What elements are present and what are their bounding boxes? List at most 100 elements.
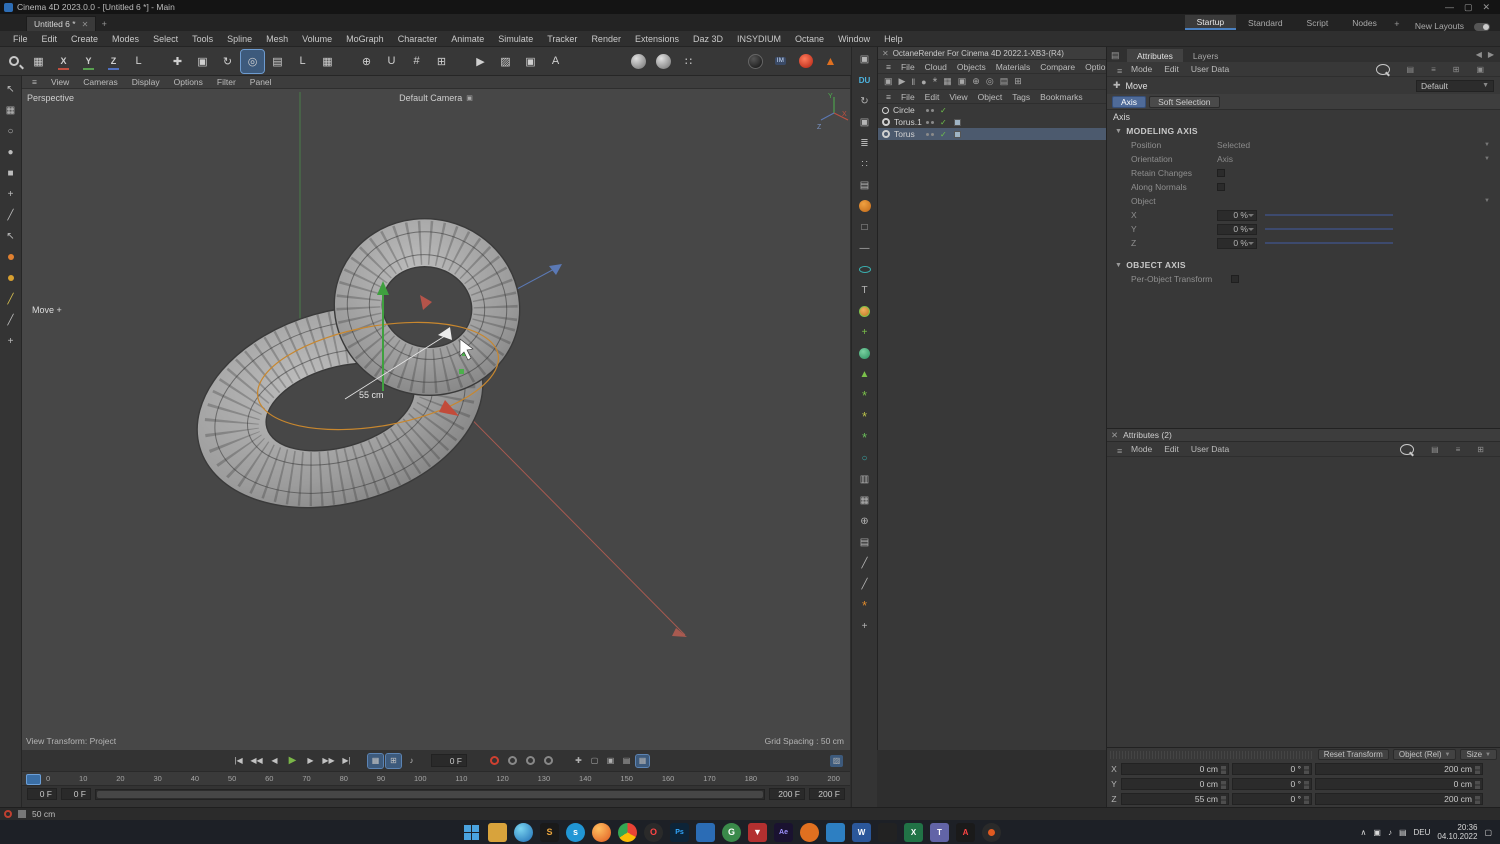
insydium-logo-icon[interactable]: DU (856, 72, 874, 88)
y-slider[interactable] (1265, 228, 1393, 230)
octane-mat-icon[interactable]: ▤ (1000, 76, 1009, 87)
aftereffects-icon[interactable]: Ae (774, 822, 793, 842)
size-field[interactable]: 200 cm (1315, 792, 1483, 805)
x-axis-lock-icon[interactable]: X (52, 50, 75, 73)
attributes-tab[interactable]: Attributes (1127, 49, 1183, 62)
rotation-field[interactable]: 0 ° (1232, 792, 1312, 805)
tray-volume-icon[interactable]: ♪ (1388, 828, 1392, 837)
octane-misc-icon[interactable]: ⊞ (1014, 76, 1022, 87)
photoshop-icon[interactable]: Ps (670, 822, 689, 842)
render-settings-icon[interactable]: ▣ (519, 50, 542, 73)
octane-light-icon[interactable]: ⊕ (972, 76, 980, 87)
render-view-icon[interactable]: ▶ (469, 50, 492, 73)
viewport-menu-item[interactable]: Panel (244, 77, 278, 87)
globe-icon[interactable]: ⊕ (856, 513, 874, 529)
octane-pause-icon[interactable]: ‖ (911, 77, 915, 87)
menu-item[interactable]: Animate (444, 34, 491, 44)
octane-env-icon[interactable]: ◎ (986, 76, 994, 87)
menu-item[interactable]: Simulate (491, 34, 540, 44)
tray-network-icon[interactable]: ▤ (1399, 828, 1407, 837)
paint-orange-icon[interactable] (3, 250, 19, 264)
grid-mode-icon[interactable]: ▦ (316, 50, 339, 73)
interactive-render-icon[interactable]: A (544, 50, 567, 73)
panel-grip[interactable] (1110, 750, 1314, 759)
size-field[interactable]: 0 cm (1315, 777, 1483, 790)
attr2-lock-icon[interactable]: ⊞ (1471, 445, 1490, 454)
layers-icon[interactable]: ▤ (856, 534, 874, 550)
octane-menu-item[interactable]: Objects (952, 62, 991, 72)
position-field[interactable]: 55 cm (1121, 792, 1229, 805)
scale-tool-icon[interactable]: ▣ (191, 50, 214, 73)
menu-item[interactable]: Render (584, 34, 628, 44)
menu-item[interactable]: Help (877, 34, 910, 44)
viewport-menu-item[interactable]: Options (168, 77, 209, 87)
dark-app-icon[interactable] (878, 822, 897, 842)
menu-item[interactable]: Extensions (628, 34, 686, 44)
ruler-icon[interactable]: L (291, 50, 314, 73)
playhead-handle[interactable] (26, 774, 41, 785)
mode-button[interactable]: Axis (1112, 95, 1147, 108)
add-layout-button[interactable]: + (1389, 16, 1405, 31)
om-menu-item[interactable]: Object (973, 92, 1008, 102)
blue-app-icon[interactable] (696, 822, 715, 842)
keyframe-active-icon[interactable]: ▦ (635, 753, 650, 768)
opera-icon[interactable]: O (644, 822, 663, 842)
material-sphere2-icon[interactable] (652, 50, 675, 73)
octane-cam-icon[interactable]: ▣ (958, 76, 967, 87)
chrome-icon[interactable] (618, 822, 637, 842)
om-menu-item[interactable]: File (896, 92, 920, 102)
perspective-label[interactable]: Perspective (27, 93, 74, 103)
z-slider[interactable] (1265, 242, 1393, 244)
octane-hamburger-icon[interactable]: ≡ (881, 62, 896, 72)
octane-ball2-icon[interactable]: ● (921, 77, 926, 87)
object-row-circle[interactable]: Circle ✓ (878, 104, 1106, 116)
preview-range-scrollbar[interactable] (95, 788, 765, 800)
object-rel-dropdown[interactable]: Object (Rel) ▼ (1392, 749, 1457, 760)
edge-browser-icon[interactable] (514, 822, 533, 842)
viewport-hamburger-icon[interactable]: ≡ (26, 77, 43, 87)
orange-app-icon[interactable] (800, 822, 819, 842)
goto-start-icon[interactable]: |◀ (231, 754, 246, 768)
current-frame-field[interactable]: 0 F (431, 754, 467, 767)
maps-app-icon[interactable]: ▼ (748, 822, 767, 842)
per-object-transform-checkbox[interactable] (1231, 275, 1239, 283)
attr2-hamburger-icon[interactable]: ≡ (1111, 446, 1128, 456)
menu-item[interactable]: Octane (788, 34, 831, 44)
position-dropdown[interactable]: Selected ▼ (1217, 140, 1500, 150)
along-normals-checkbox[interactable] (1217, 183, 1225, 191)
next-key-icon[interactable]: ▶▶ (321, 754, 336, 768)
menu-item[interactable]: Tracker (540, 34, 584, 44)
size-field[interactable]: 200 cm (1315, 762, 1483, 775)
pen-strip-icon[interactable]: ╱ (856, 555, 874, 571)
layout-tab[interactable]: Standard (1236, 15, 1295, 30)
timeline-options-icon[interactable]: ▨ (830, 754, 843, 767)
grid-snap-icon[interactable]: # (405, 50, 428, 73)
visibility-dots-icon[interactable] (926, 132, 934, 136)
rotate-view-icon[interactable]: ↻ (856, 93, 874, 109)
octane-menu-item[interactable]: Materials (991, 62, 1035, 72)
square-icon[interactable]: □ (856, 219, 874, 235)
menu-item[interactable]: Create (64, 34, 105, 44)
green-triangle-icon[interactable]: ▲ (856, 366, 874, 382)
quantize-icon[interactable]: ⊞ (430, 50, 453, 73)
attr-filter-icon[interactable]: ≡ (1425, 65, 1442, 74)
modeling-axis-header[interactable]: ▼ MODELING AXIS (1107, 124, 1500, 138)
loop-toggle-icon[interactable]: ▦ (367, 752, 384, 769)
viewport-menu-item[interactable]: Cameras (77, 77, 123, 87)
position-field[interactable]: 0 cm (1121, 777, 1229, 790)
object-dropdown[interactable]: ▼ (1217, 198, 1500, 204)
octane-menu-item[interactable]: Cloud (920, 62, 952, 72)
orange-flower-icon[interactable]: * (856, 597, 874, 613)
sound-toggle-icon[interactable]: ♪ (404, 754, 419, 768)
circle-select-icon[interactable]: ○ (3, 124, 19, 138)
octane-flame-icon[interactable]: ▲ (819, 50, 842, 73)
move-tool-icon[interactable]: ✚ (166, 50, 189, 73)
layout-toggle[interactable] (1474, 23, 1490, 31)
range-end-field[interactable]: 200 F (769, 788, 805, 800)
camera-label-group[interactable]: Default Camera ▣ (399, 93, 473, 103)
rotation-field[interactable]: 0 ° (1232, 762, 1312, 775)
prev-key-icon[interactable]: ◀◀ (249, 754, 264, 768)
keyframe-pla-icon[interactable]: ▤ (620, 755, 633, 767)
timeline-ruler[interactable]: 0 10 20 30 40 50 60 70 80 90 100 110 120 130 140 150 160… (22, 771, 850, 786)
octane-play-icon[interactable]: ▶ (899, 76, 906, 87)
